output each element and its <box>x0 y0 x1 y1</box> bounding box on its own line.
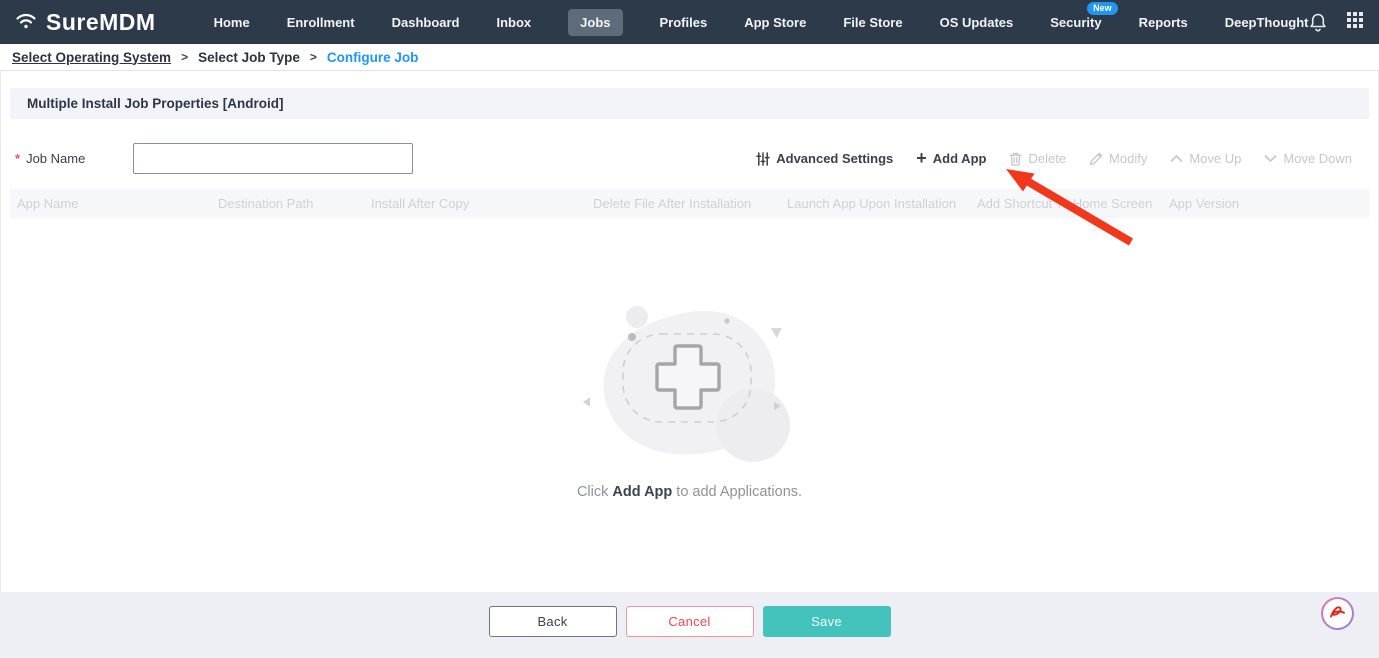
column-launch-app-upon-installation: Launch App Upon Installation <box>787 196 977 211</box>
page-title: Multiple Install Job Properties [Android… <box>10 88 1369 119</box>
new-badge: New <box>1087 2 1118 15</box>
modify-button[interactable]: Modify <box>1089 151 1147 166</box>
advanced-settings-button[interactable]: Advanced Settings <box>756 151 893 166</box>
cancel-button[interactable]: Cancel <box>626 606 754 637</box>
column-delete-file-after-installation: Delete File After Installation <box>593 196 787 211</box>
breadcrumb-separator-icon: > <box>181 50 188 64</box>
job-name-row: * Job Name Advanced Settings + Add App <box>15 143 1352 174</box>
required-asterisk: * <box>15 151 20 166</box>
column-app-name: App Name <box>17 196 218 211</box>
main-nav: Home Enrollment Dashboard Inbox Jobs Pro… <box>214 9 1309 36</box>
column-app-version: App Version <box>1169 196 1369 211</box>
app-table-header: App Name Destination Path Install After … <box>10 189 1369 218</box>
job-name-label: * Job Name <box>15 151 85 166</box>
nav-item-enrollment[interactable]: Enrollment <box>287 15 355 30</box>
move-up-button[interactable]: Move Up <box>1170 151 1241 166</box>
pencil-icon <box>1089 152 1103 166</box>
empty-state: Click Add App to add Applications. <box>1 284 1378 500</box>
add-app-button[interactable]: + Add App <box>916 151 986 167</box>
nav-item-profiles[interactable]: Profiles <box>660 15 708 30</box>
chevron-up-icon <box>1170 154 1183 163</box>
nav-item-file-store[interactable]: File Store <box>843 15 902 30</box>
sliders-icon <box>756 152 770 166</box>
add-app-illustration <box>575 284 805 466</box>
footer-bar: Back Cancel Save <box>0 592 1379 658</box>
save-button[interactable]: Save <box>763 606 891 637</box>
navbar-icon-group <box>1308 12 1379 32</box>
wifi-logo-icon <box>14 9 38 36</box>
nav-item-os-updates[interactable]: OS Updates <box>940 15 1014 30</box>
breadcrumb-separator-icon: > <box>310 50 317 64</box>
trash-icon <box>1009 152 1022 166</box>
nav-item-home[interactable]: Home <box>214 15 250 30</box>
nav-item-dashboard[interactable]: Dashboard <box>392 15 460 30</box>
nav-item-inbox[interactable]: Inbox <box>497 15 532 30</box>
column-install-after-copy: Install After Copy <box>371 196 593 211</box>
brand-name: SureMDM <box>46 9 156 36</box>
move-down-button[interactable]: Move Down <box>1264 151 1352 166</box>
breadcrumb-select-os[interactable]: Select Operating System <box>12 50 171 65</box>
chevron-down-icon <box>1264 154 1277 163</box>
job-toolbar: Advanced Settings + Add App Delete <box>756 151 1352 167</box>
apps-grid-icon[interactable] <box>1345 12 1365 32</box>
breadcrumb-configure-job[interactable]: Configure Job <box>327 50 419 65</box>
brand-logo[interactable]: SureMDM <box>14 9 156 36</box>
nav-item-app-store[interactable]: App Store <box>744 15 806 30</box>
top-navbar: SureMDM Home Enrollment Dashboard Inbox … <box>0 0 1379 44</box>
acrobat-pdf-icon <box>1328 602 1347 626</box>
plus-icon: + <box>916 149 927 167</box>
bell-icon[interactable] <box>1308 12 1328 32</box>
column-destination-path: Destination Path <box>218 196 371 211</box>
main-content: Multiple Install Job Properties [Android… <box>0 71 1379 592</box>
breadcrumb-select-job-type[interactable]: Select Job Type <box>198 50 300 65</box>
back-button[interactable]: Back <box>489 606 617 637</box>
nav-item-security[interactable]: Security New <box>1050 15 1101 30</box>
nav-item-jobs[interactable]: Jobs <box>568 9 622 36</box>
nav-item-reports[interactable]: Reports <box>1139 15 1188 30</box>
empty-state-text: Click Add App to add Applications. <box>577 484 802 500</box>
job-name-input[interactable] <box>133 143 413 174</box>
nav-item-deepthought[interactable]: DeepThought <box>1225 15 1309 30</box>
delete-button[interactable]: Delete <box>1009 151 1066 166</box>
column-add-shortcut-to-home-screen: Add Shortcut To Home Screen <box>977 196 1169 211</box>
pdf-help-button[interactable] <box>1321 597 1354 630</box>
breadcrumb: Select Operating System > Select Job Typ… <box>0 44 1379 71</box>
